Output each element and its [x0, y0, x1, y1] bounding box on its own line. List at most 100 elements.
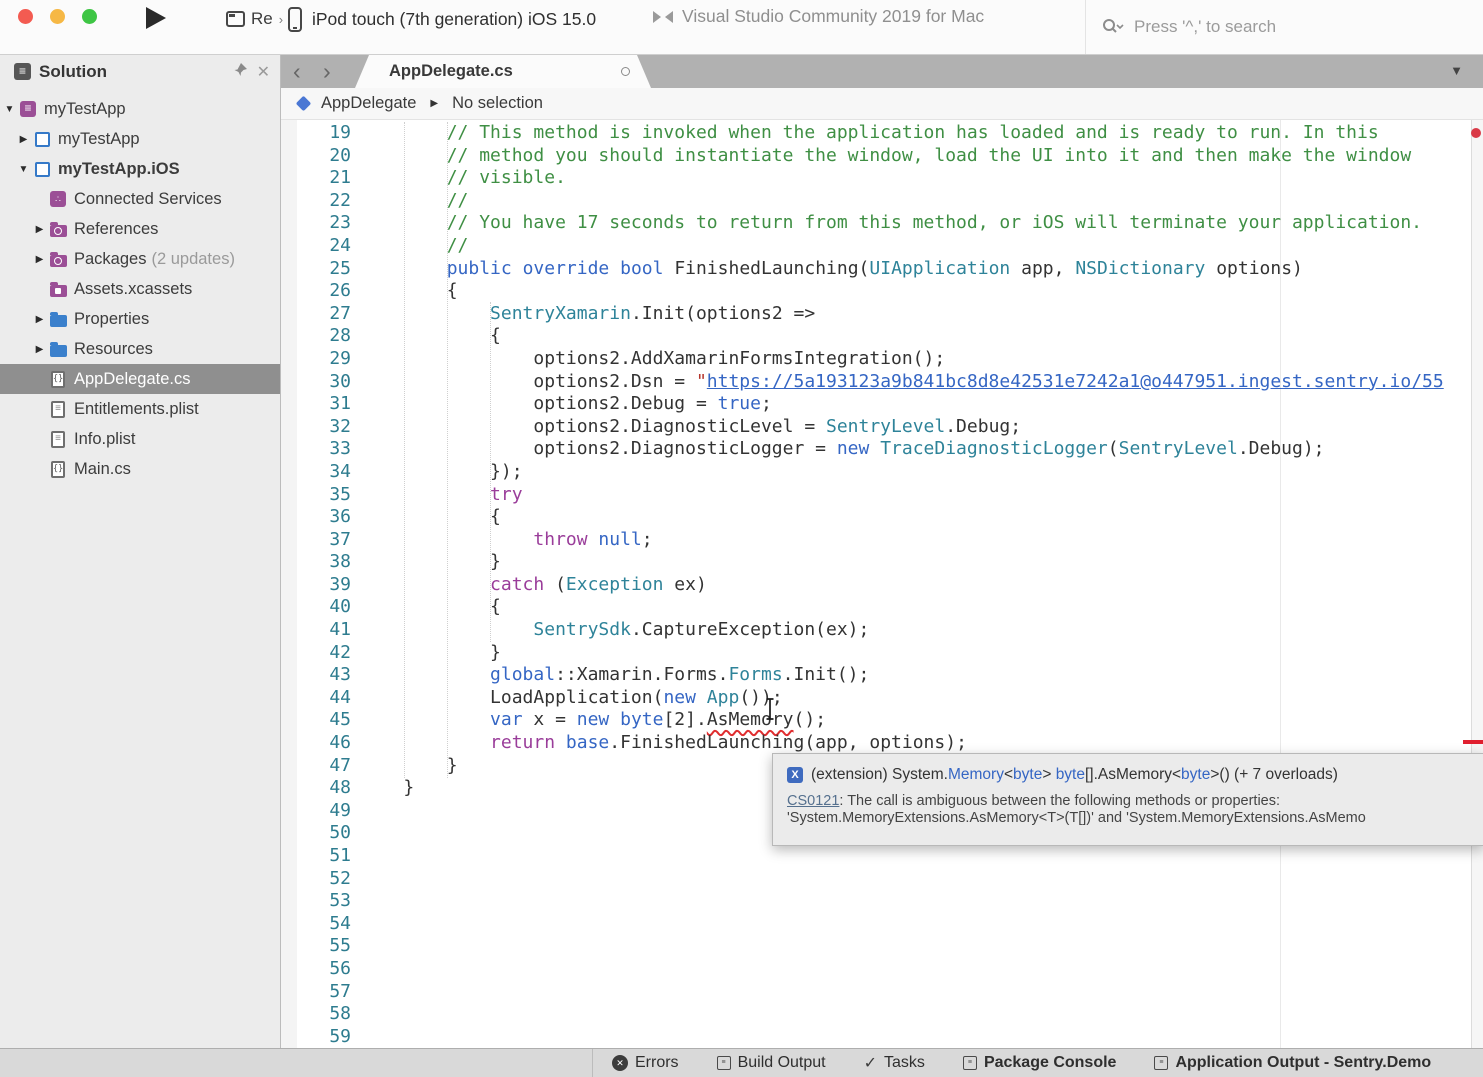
line-number[interactable]: 33: [281, 438, 351, 461]
line-number[interactable]: 52: [281, 868, 351, 891]
code-line[interactable]: 57: [281, 981, 1483, 1004]
disclosure-arrow-icon[interactable]: ▶: [34, 344, 45, 355]
line-number[interactable]: 27: [281, 303, 351, 326]
line-number[interactable]: 46: [281, 732, 351, 755]
line-number[interactable]: 50: [281, 822, 351, 845]
line-number[interactable]: 51: [281, 845, 351, 868]
line-number[interactable]: 38: [281, 551, 351, 574]
disclosure-arrow-icon[interactable]: ▶: [34, 314, 45, 325]
sidebar-item-assets-xcassets[interactable]: Assets.xcassets: [0, 274, 280, 304]
sidebar-item-mytestapp[interactable]: ▼≡myTestApp: [0, 94, 280, 124]
minimize-window-button[interactable]: [50, 9, 65, 24]
code-line[interactable]: 29 options2.AddXamarinFormsIntegration()…: [281, 348, 1483, 371]
code-line[interactable]: 30 options2.Dsn = "https://5a193123a9b84…: [281, 371, 1483, 394]
code-line[interactable]: 25 public override bool FinishedLaunchin…: [281, 258, 1483, 281]
navigate-forward-button[interactable]: ›: [323, 56, 331, 86]
code-line[interactable]: 59: [281, 1026, 1483, 1048]
line-number[interactable]: 54: [281, 913, 351, 936]
code-line[interactable]: 31 options2.Debug = true;: [281, 393, 1483, 416]
code-line[interactable]: 52: [281, 868, 1483, 891]
editor-scrollbar[interactable]: [1471, 120, 1483, 1048]
disclosure-arrow-icon[interactable]: ▼: [18, 164, 29, 175]
search-input[interactable]: [1134, 17, 1434, 37]
pad-button-application-output-sentry-demo[interactable]: ≡Application Output - Sentry.Demo: [1154, 1054, 1431, 1072]
line-number[interactable]: 23: [281, 212, 351, 235]
sidebar-item-properties[interactable]: ▶Properties: [0, 304, 280, 334]
line-number[interactable]: 45: [281, 709, 351, 732]
line-number[interactable]: 49: [281, 800, 351, 823]
line-number[interactable]: 30: [281, 371, 351, 394]
disclosure-arrow-icon[interactable]: ▶: [34, 254, 45, 265]
code-line[interactable]: 20 // method you should instantiate the …: [281, 145, 1483, 168]
code-line[interactable]: 38 }: [281, 551, 1483, 574]
code-line[interactable]: 26 {: [281, 280, 1483, 303]
error-code-link[interactable]: CS0121: [787, 793, 839, 809]
breadcrumb-class[interactable]: AppDelegate: [321, 94, 416, 113]
sidebar-item-connected-services[interactable]: ∴Connected Services: [0, 184, 280, 214]
disclosure-arrow-icon[interactable]: ▼: [4, 104, 15, 115]
line-number[interactable]: 55: [281, 935, 351, 958]
line-number[interactable]: 56: [281, 958, 351, 981]
navigate-back-button[interactable]: ‹: [293, 56, 301, 86]
close-window-button[interactable]: [18, 9, 33, 24]
line-number[interactable]: 41: [281, 619, 351, 642]
sidebar-item-references[interactable]: ▶References: [0, 214, 280, 244]
breadcrumb-selection[interactable]: No selection: [452, 94, 543, 113]
tab-appdelegate[interactable]: AppDelegate.cs: [355, 55, 651, 88]
code-line[interactable]: 23 // You have 17 seconds to return from…: [281, 212, 1483, 235]
code-line[interactable]: 42 }: [281, 642, 1483, 665]
code-line[interactable]: 53: [281, 890, 1483, 913]
run-button[interactable]: [146, 7, 166, 29]
sidebar-item-main-cs[interactable]: {}Main.cs: [0, 454, 280, 484]
line-number[interactable]: 37: [281, 529, 351, 552]
code-line[interactable]: 55: [281, 935, 1483, 958]
sidebar-item-appdelegate-cs[interactable]: {}AppDelegate.cs: [0, 364, 280, 394]
line-number[interactable]: 35: [281, 484, 351, 507]
code-line[interactable]: 39 catch (Exception ex): [281, 574, 1483, 597]
code-line[interactable]: 37 throw null;: [281, 529, 1483, 552]
code-line[interactable]: 27 SentryXamarin.Init(options2 =>: [281, 303, 1483, 326]
tab-modified-indicator[interactable]: [621, 67, 630, 76]
code-editor[interactable]: 19 // This method is invoked when the ap…: [281, 120, 1483, 1048]
line-number[interactable]: 32: [281, 416, 351, 439]
code-line[interactable]: 24 //: [281, 235, 1483, 258]
line-number[interactable]: 25: [281, 258, 351, 281]
line-number[interactable]: 21: [281, 167, 351, 190]
sidebar-item-entitlements-plist[interactable]: ≡Entitlements.plist: [0, 394, 280, 424]
disclosure-arrow-icon[interactable]: ▶: [34, 224, 45, 235]
sidebar-item-mytestapp-ios[interactable]: ▼myTestApp.iOS: [0, 154, 280, 184]
pad-button-errors[interactable]: ✕Errors: [612, 1054, 679, 1072]
line-number[interactable]: 59: [281, 1026, 351, 1048]
line-number[interactable]: 57: [281, 981, 351, 1004]
code-line[interactable]: 35 try: [281, 484, 1483, 507]
code-line[interactable]: 28 {: [281, 325, 1483, 348]
line-number[interactable]: 31: [281, 393, 351, 416]
code-line[interactable]: 45 var x = new byte[2].AsMemory();: [281, 709, 1483, 732]
line-number[interactable]: 53: [281, 890, 351, 913]
code-line[interactable]: 21 // visible.: [281, 167, 1483, 190]
configuration-selector[interactable]: Re ›: [226, 5, 283, 33]
code-line[interactable]: 33 options2.DiagnosticLogger = new Trace…: [281, 438, 1483, 461]
line-number[interactable]: 34: [281, 461, 351, 484]
device-selector[interactable]: iPod touch (7th generation) iOS 15.0: [288, 4, 596, 34]
code-line[interactable]: 22 //: [281, 190, 1483, 213]
line-number[interactable]: 44: [281, 687, 351, 710]
line-number[interactable]: 19: [281, 122, 351, 145]
line-number[interactable]: 47: [281, 755, 351, 778]
code-line[interactable]: 51: [281, 845, 1483, 868]
code-line[interactable]: 41 SentrySdk.CaptureException(ex);: [281, 619, 1483, 642]
line-number[interactable]: 36: [281, 506, 351, 529]
line-number[interactable]: 40: [281, 596, 351, 619]
code-line[interactable]: 32 options2.DiagnosticLevel = SentryLeve…: [281, 416, 1483, 439]
sidebar-item-packages[interactable]: ▶Packages(2 updates): [0, 244, 280, 274]
line-number[interactable]: 39: [281, 574, 351, 597]
line-number[interactable]: 20: [281, 145, 351, 168]
disclosure-arrow-icon[interactable]: ▶: [18, 134, 29, 145]
pad-button-package-console[interactable]: ≡Package Console: [963, 1054, 1117, 1072]
tab-list-dropdown[interactable]: ▼: [1450, 63, 1463, 78]
pad-button-tasks[interactable]: ✓Tasks: [864, 1053, 925, 1073]
code-line[interactable]: 34 });: [281, 461, 1483, 484]
search-field[interactable]: [1085, 0, 1483, 54]
close-icon[interactable]: ✕: [257, 62, 270, 82]
code-line[interactable]: 46 return base.FinishedLaunching(app, op…: [281, 732, 1483, 755]
